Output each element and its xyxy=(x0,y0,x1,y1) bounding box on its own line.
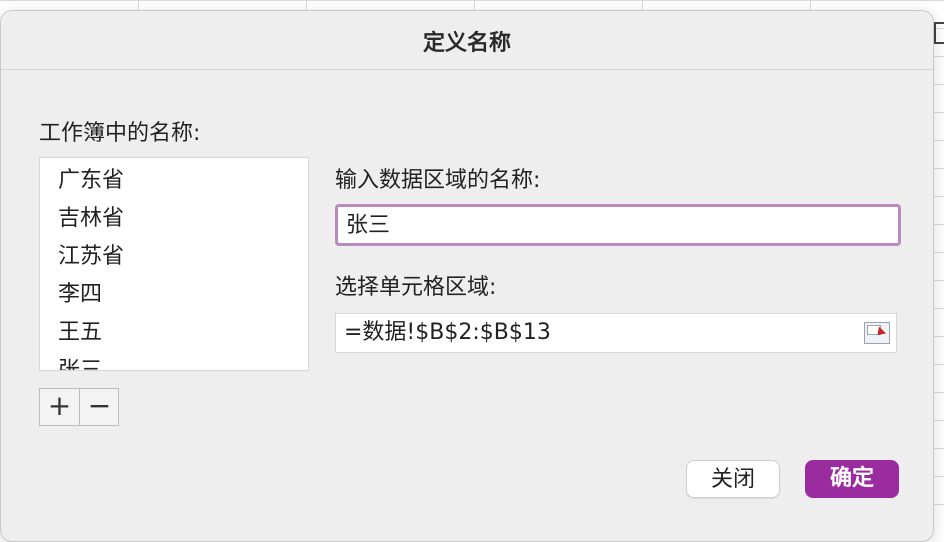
list-item[interactable]: 王五 xyxy=(58,314,102,346)
add-remove-buttons: + − xyxy=(39,388,119,426)
remove-name-button[interactable]: − xyxy=(80,389,119,425)
cell-range-value: =数据!$B$2:$B$13 xyxy=(344,320,551,345)
range-select-icon[interactable] xyxy=(864,322,890,344)
workbook-names-label: 工作簿中的名称: xyxy=(39,121,201,146)
range-name-input[interactable]: 张三 xyxy=(335,204,901,246)
define-name-dialog: 定义名称 工作簿中的名称: 广东省 吉林省 江苏省 李四 王五 张三 + − 输… xyxy=(0,10,934,542)
list-item[interactable]: 江苏省 xyxy=(58,238,124,270)
dialog-titlebar: 定义名称 xyxy=(1,11,933,70)
range-label: 选择单元格区域: xyxy=(335,275,497,300)
sheet-corner-mark xyxy=(934,22,944,44)
list-item[interactable]: 广东省 xyxy=(58,162,124,194)
add-name-button[interactable]: + xyxy=(40,389,80,425)
list-item[interactable]: 李四 xyxy=(58,276,102,308)
close-button[interactable]: 关闭 xyxy=(686,460,780,498)
name-input-label: 输入数据区域的名称: xyxy=(335,168,541,193)
workbook-names-list[interactable]: 广东省 吉林省 江苏省 李四 王五 张三 xyxy=(39,157,309,371)
list-item[interactable]: 吉林省 xyxy=(58,200,124,232)
dialog-title: 定义名称 xyxy=(422,31,511,56)
cell-range-input[interactable]: =数据!$B$2:$B$13 xyxy=(335,313,897,353)
list-item[interactable]: 张三 xyxy=(58,352,102,370)
ok-button[interactable]: 确定 xyxy=(805,460,899,498)
